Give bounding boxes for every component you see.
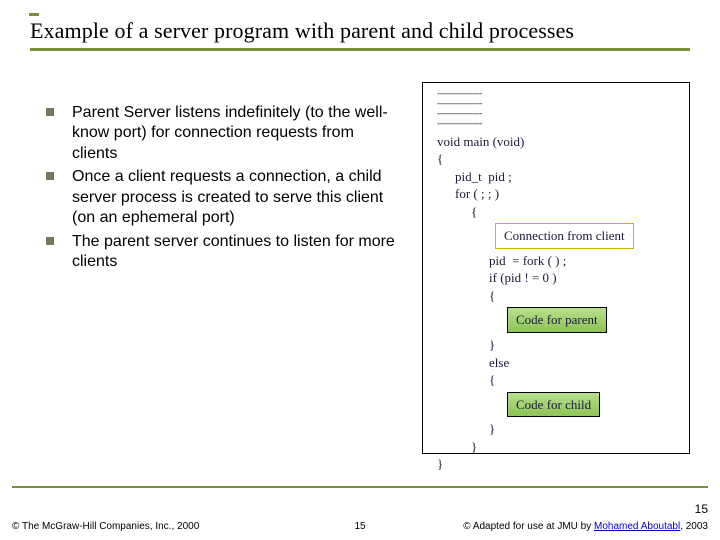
list-item: The parent server continues to listen fo… bbox=[46, 232, 402, 273]
page-title: Example of a server program with parent … bbox=[30, 18, 690, 44]
bottom-rule bbox=[12, 486, 708, 488]
code-line: { bbox=[437, 371, 679, 389]
code-line: { bbox=[437, 287, 679, 305]
connection-box: Connection from client bbox=[495, 223, 634, 249]
code-line: } bbox=[437, 420, 679, 438]
code-line: for ( ; ; ) bbox=[437, 185, 679, 203]
slide: Example of a server program with parent … bbox=[0, 0, 720, 540]
code-figure: ----------------------------------------… bbox=[422, 82, 690, 454]
code-line: { bbox=[437, 203, 679, 221]
bullet-text: Parent Server listens indefinitely (to t… bbox=[72, 104, 388, 162]
code-line: } bbox=[437, 438, 679, 456]
code-line: { bbox=[437, 150, 679, 168]
code-line: } bbox=[437, 455, 679, 473]
code-line: pid = fork ( ) ; bbox=[437, 252, 679, 270]
code-line: pid_t pid ; bbox=[437, 168, 679, 186]
footer-page-number: 15 bbox=[695, 502, 708, 516]
footer-right-suffix: , 2003 bbox=[680, 521, 708, 532]
code-box-row: Code for child bbox=[437, 389, 679, 421]
title-underline: Example of a server program with parent … bbox=[30, 18, 690, 51]
dotted-header: ----------------------------------------… bbox=[437, 89, 679, 129]
parent-code-box: Code for parent bbox=[507, 307, 607, 333]
list-item: Once a client requests a connection, a c… bbox=[46, 167, 402, 228]
square-bullet-icon bbox=[46, 237, 54, 245]
code-box-row: Connection from client bbox=[437, 220, 679, 252]
square-bullet-icon bbox=[46, 108, 54, 116]
footer-author-link[interactable]: Mohamed Aboutabl bbox=[594, 521, 680, 532]
footer-right-prefix: © Adapted for use at JMU by bbox=[463, 521, 594, 532]
list-item: Parent Server listens indefinitely (to t… bbox=[46, 103, 402, 164]
child-code-box: Code for child bbox=[507, 392, 600, 418]
bullet-text: The parent server continues to listen fo… bbox=[72, 233, 395, 270]
code-line: } bbox=[437, 336, 679, 354]
bullet-list: Parent Server listens indefinitely (to t… bbox=[22, 103, 402, 276]
code-box-row: Code for parent bbox=[437, 304, 679, 336]
code-line: void main (void) bbox=[437, 133, 679, 151]
footer-center-page: 15 bbox=[354, 521, 365, 532]
footer-left: © The McGraw-Hill Companies, Inc., 2000 bbox=[12, 521, 199, 532]
square-bullet-icon bbox=[46, 172, 54, 180]
bullet-text: Once a client requests a connection, a c… bbox=[72, 168, 383, 226]
code-line: else bbox=[437, 354, 679, 372]
footer-right: © Adapted for use at JMU by Mohamed Abou… bbox=[463, 521, 708, 532]
code-line: if (pid ! = 0 ) bbox=[437, 269, 679, 287]
